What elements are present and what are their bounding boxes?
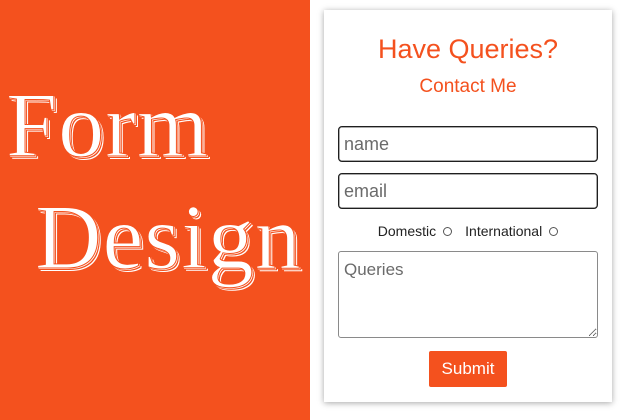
- radio-button-domestic[interactable]: [443, 226, 453, 236]
- radio-label-domestic: Domestic: [377, 223, 437, 239]
- contact-form-card: Have Queries? Contact Me Domestic Intern…: [324, 10, 612, 402]
- hero-title-line-1: Form: [5, 74, 210, 177]
- radio-option-domestic[interactable]: Domestic: [378, 223, 465, 239]
- radio-button-international[interactable]: [549, 226, 559, 236]
- email-input[interactable]: [338, 173, 598, 209]
- form-subtitle: Contact Me: [419, 76, 517, 97]
- hero-title-line-2: Design: [35, 186, 302, 289]
- form-title: Have Queries?: [377, 34, 559, 64]
- submit-button[interactable]: Submit: [429, 351, 507, 387]
- name-input[interactable]: [338, 126, 598, 162]
- radio-option-international[interactable]: International: [465, 223, 559, 239]
- region-radio-group: Domestic International: [324, 220, 612, 242]
- radio-label-international: International: [465, 223, 543, 239]
- hero-panel: Form Design: [0, 0, 310, 420]
- queries-textarea[interactable]: [338, 251, 598, 338]
